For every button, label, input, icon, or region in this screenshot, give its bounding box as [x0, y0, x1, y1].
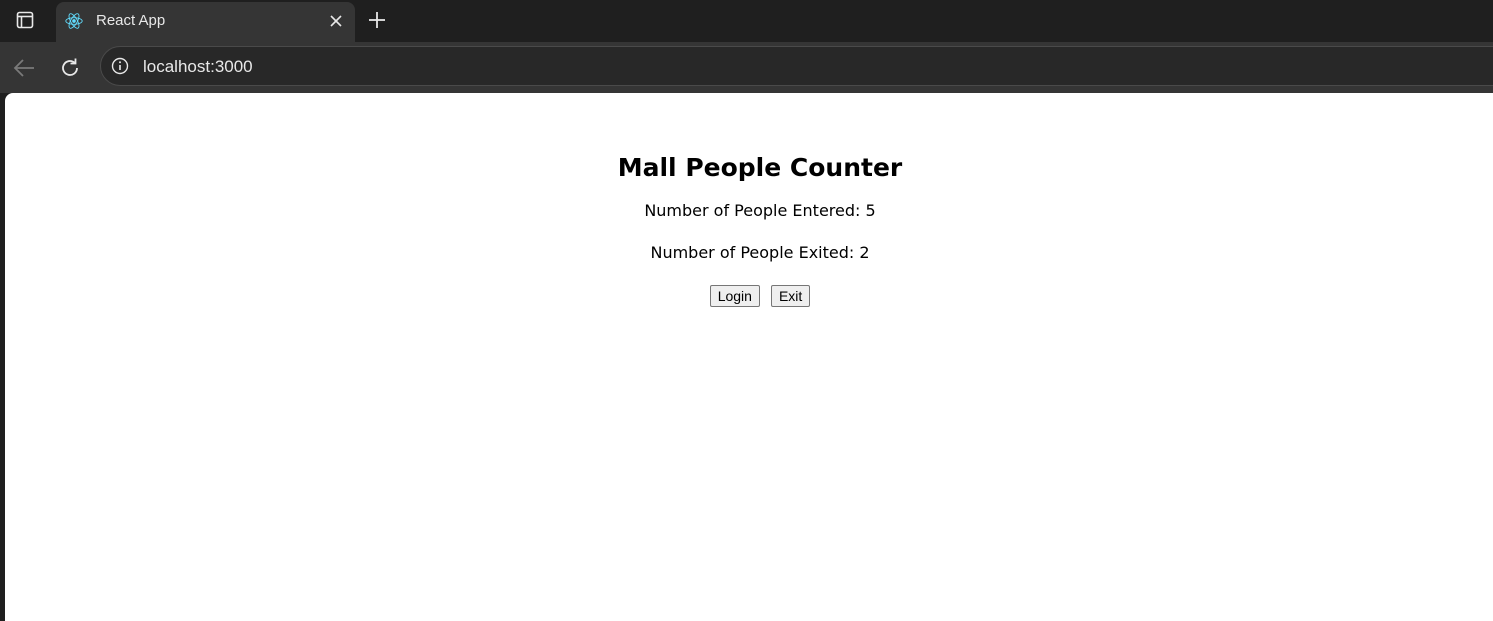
- react-logo-icon: [64, 11, 84, 31]
- tab-strip: React App: [0, 0, 1493, 42]
- tab-search-button[interactable]: [8, 6, 42, 34]
- close-icon: [330, 15, 342, 27]
- browser-window: React App localhost:3000 Mall People Cou…: [0, 0, 1493, 621]
- page-viewport: Mall People Counter Number of People Ent…: [5, 93, 1493, 621]
- people-entered-text: Number of People Entered: 5: [644, 201, 876, 220]
- button-row: Login Exit: [560, 285, 960, 307]
- login-button[interactable]: Login: [709, 285, 760, 307]
- url-text[interactable]: localhost:3000: [143, 57, 253, 77]
- people-exited-text: Number of People Exited: 2: [650, 243, 870, 262]
- counter-panel: Mall People Counter Number of People Ent…: [560, 93, 960, 307]
- address-bar[interactable]: localhost:3000: [100, 46, 1493, 86]
- reload-button[interactable]: [56, 54, 84, 82]
- tab-react-app[interactable]: React App: [56, 2, 355, 42]
- new-tab-button[interactable]: [364, 6, 390, 34]
- arrow-left-icon: [13, 59, 34, 77]
- reload-icon: [62, 58, 78, 76]
- plus-icon: [369, 12, 385, 28]
- tab-title: React App: [96, 12, 166, 29]
- navigation-toolbar: localhost:3000: [0, 42, 1493, 93]
- page-title: Mall People Counter: [617, 153, 903, 182]
- app-root: Mall People Counter Number of People Ent…: [5, 93, 1493, 621]
- tab-close-button[interactable]: [326, 11, 346, 31]
- exit-button[interactable]: Exit: [770, 285, 811, 307]
- back-button[interactable]: [10, 54, 38, 82]
- tab-list-icon: [16, 11, 34, 29]
- info-icon[interactable]: [110, 56, 130, 76]
